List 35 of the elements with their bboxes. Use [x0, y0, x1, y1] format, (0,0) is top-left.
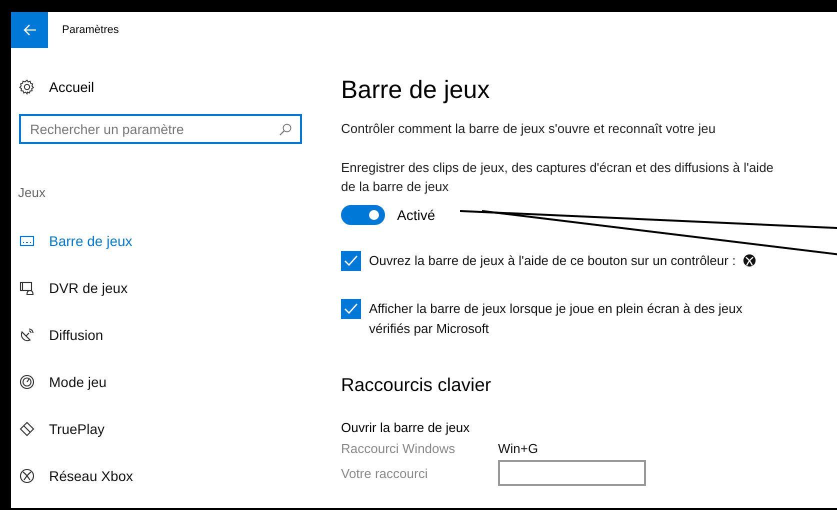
nav-item[interactable]: TruePlay: [19, 405, 105, 452]
group-label: Ouvrir la barre de jeux: [341, 420, 470, 435]
shortcut-label: Votre raccourci: [341, 466, 429, 480]
shortcut-label: Raccourci Windows: [341, 441, 456, 456]
shortcut-field[interactable]: [498, 460, 646, 486]
gauge-icon: [19, 374, 35, 390]
setting-label: Enregistrer des clips de jeux, des captures d'écran et des diffusions à l'aide de la barre de jeux: [341, 159, 775, 196]
toggle-label: Activé: [397, 207, 436, 223]
checkmark-icon: [344, 255, 358, 267]
nav-item[interactable]: Diffusion: [19, 311, 104, 358]
nav-item[interactable]: DVR de jeux: [19, 264, 128, 311]
nav-item[interactable]: Réseau Xbox: [19, 452, 134, 499]
screen-controller-icon: [19, 280, 35, 296]
xbox-logo-icon: [19, 468, 35, 484]
back-arrow-icon: [22, 24, 36, 36]
section-heading: Jeux: [18, 185, 46, 200]
section-heading: Raccourcis clavier: [341, 374, 492, 396]
nav-item[interactable]: Barre de jeux: [19, 217, 132, 264]
home-nav-item[interactable]: Accueil: [19, 79, 94, 95]
checkbox-label: Afficher la barre de jeux lorsque je joue en plein écran à des jeux vérifiés par Microsoft: [369, 301, 742, 336]
gear-icon: [19, 79, 35, 95]
page-title: Barre de jeux: [341, 76, 491, 105]
satellite-dish-icon: [19, 326, 35, 342]
checkbox[interactable]: [341, 251, 361, 271]
window-title: Paramètres: [62, 24, 119, 36]
toggle-switch[interactable]: [341, 205, 385, 225]
search-icon: [279, 123, 292, 136]
search-field[interactable]: Rechercher un paramètre: [19, 114, 302, 144]
checkmark-icon: [344, 303, 358, 315]
checkbox[interactable]: [341, 299, 361, 319]
description-text: Contrôler comment la barre de jeux s'ouvre et reconnaît votre jeu: [341, 121, 717, 136]
nav-item[interactable]: Mode jeu: [19, 358, 107, 405]
shortcut-value: Win+G: [498, 441, 538, 456]
xbox-logo-icon: [743, 254, 756, 267]
checkbox-label: Ouvrez la barre de jeux à l'aide de ce bouton sur un contrôleur :: [369, 253, 736, 268]
